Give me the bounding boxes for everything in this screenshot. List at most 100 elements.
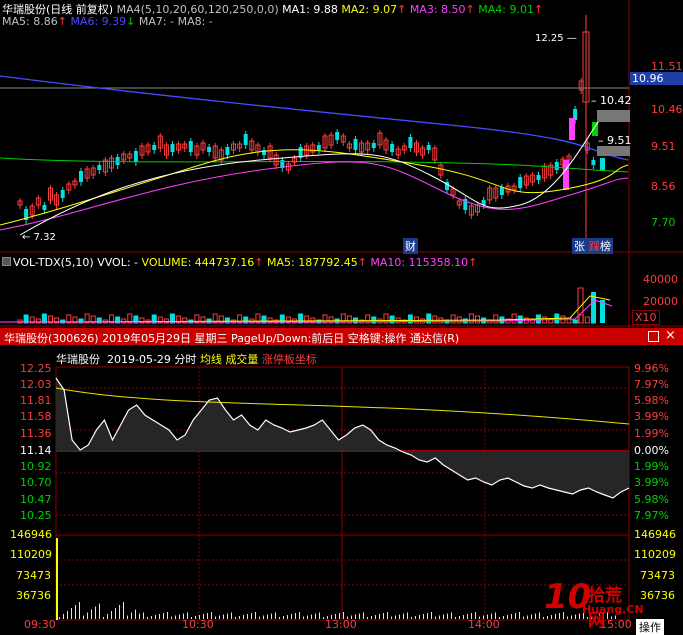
marker-finance[interactable]: 财 [403,238,418,254]
candle-body [170,144,175,152]
candle-body [60,190,65,198]
minute-volume-bar [159,614,160,619]
minute-volume-bar [363,612,364,619]
minute-volume-bar [399,614,400,619]
volume-bars [0,287,613,324]
minute-volume-bar [251,613,252,619]
toggle-volume[interactable]: 成交量 [225,353,258,366]
minute-volume-bar [155,615,156,619]
volume-title: VOL-TDX(5,10) [13,256,94,269]
minute-volume-bar [387,612,388,619]
minute-volume-bar [279,617,280,619]
minute-volume-bar [67,611,68,619]
candle-body [371,143,376,148]
candle-body [335,132,340,140]
candle-body [79,171,83,182]
minute-volume-bar [287,615,288,619]
minute-volume-bar [451,612,452,619]
maximize-icon[interactable] [648,331,659,342]
minute-volume-bar [179,614,180,619]
minute-volume-bar [527,615,528,619]
minute-volume-bar [267,614,268,619]
minute-volume-bar [91,609,92,619]
volume-bar [493,314,499,324]
candle-body [316,145,321,150]
minute-volume-bar [79,602,80,619]
candle-body [426,145,431,150]
candle-body [536,175,541,180]
minute-volume-bar [163,613,164,619]
kline-tick: 8.56 [651,180,676,193]
minute-volume-bar [291,614,292,619]
kline-tick: 7.70 [651,216,676,229]
price-box-upper [597,110,630,122]
minute-volume-bar [507,615,508,619]
candle-body [152,145,157,150]
minute-volume-bar [391,616,392,619]
minute-volume-bar [83,615,84,619]
minute-volume-bar [431,612,432,619]
current-price-tag: 10.96 [630,72,683,85]
minute-volume-bar [439,615,440,619]
minute-volume-bar [539,612,540,619]
minute-volume-bar [395,615,396,619]
volume-unit: X10 [632,310,660,325]
volume-bar [572,319,578,324]
minute-volume-bar [271,613,272,619]
minute-volume-bar [323,617,324,619]
minute-volume-bar [59,617,60,619]
annot-low: ← 7.32 [22,232,56,243]
minute-volume-bar [231,612,232,619]
minute-volume-bar [531,614,532,619]
annot-1042: – 10.42 [591,94,632,107]
minute-volume-bar [227,613,228,619]
annot-high: 12.25 — [535,33,577,44]
candle-body [225,147,230,155]
minute-volume-bar [219,615,220,619]
minute-volume-bar [315,613,316,619]
minute-volume-bar [359,613,360,619]
minute-volume-bar [175,615,176,619]
minute-volume-bar [375,615,376,619]
close-icon[interactable]: × [665,328,676,343]
minute-volume-bar [259,616,260,619]
minute-volume-bar [95,606,96,619]
minute-volume-bar [56,538,58,620]
toggle-avg-line[interactable]: 均线 [200,353,222,366]
minute-volume-bar [403,613,404,619]
minute-volume-bar [147,617,148,619]
candle-body [207,147,212,152]
candle-body [554,162,559,170]
candle-body [188,141,193,152]
candle-body [600,158,605,170]
volume-bar [432,315,438,324]
candle-body [353,139,358,150]
minute-volume-bar [371,616,372,619]
minute-volume-bar [263,615,264,619]
toggle-limit-axis[interactable]: 涨停板坐标 [262,353,317,366]
minute-volume-bar [103,617,104,619]
volume-legend: VOL-TDX(5,10) VVOL: - VOLUME: 444737.16↑… [2,256,477,269]
minute-volume-bar [63,614,64,619]
candle-body [262,150,266,155]
volume-toggle-icon[interactable] [2,257,11,266]
minute-volume-bar [423,614,424,619]
minute-volume-bar [535,613,536,619]
minute-volume-bar [131,612,132,619]
marker-limit-up[interactable]: 张 [572,238,587,254]
candle-body [563,160,569,190]
minute-volume-bar [139,613,140,619]
minute-volume-bar [215,616,216,619]
minute-volume-bar [407,612,408,619]
volume-bar [475,315,480,324]
candle-body [42,205,47,210]
vol-ma5: MA5: 187792.45 [266,256,358,269]
minute-volume-bar [447,613,448,619]
vvol-label: VVOL: - [97,256,139,269]
candle-body [591,160,596,165]
minute-volume-bar [419,615,420,619]
minute-volume-bar [463,615,464,619]
minute-volume-bar [295,613,296,619]
price-box-lower [597,146,630,156]
marker-dragon[interactable]: 踩榜 [587,238,613,254]
